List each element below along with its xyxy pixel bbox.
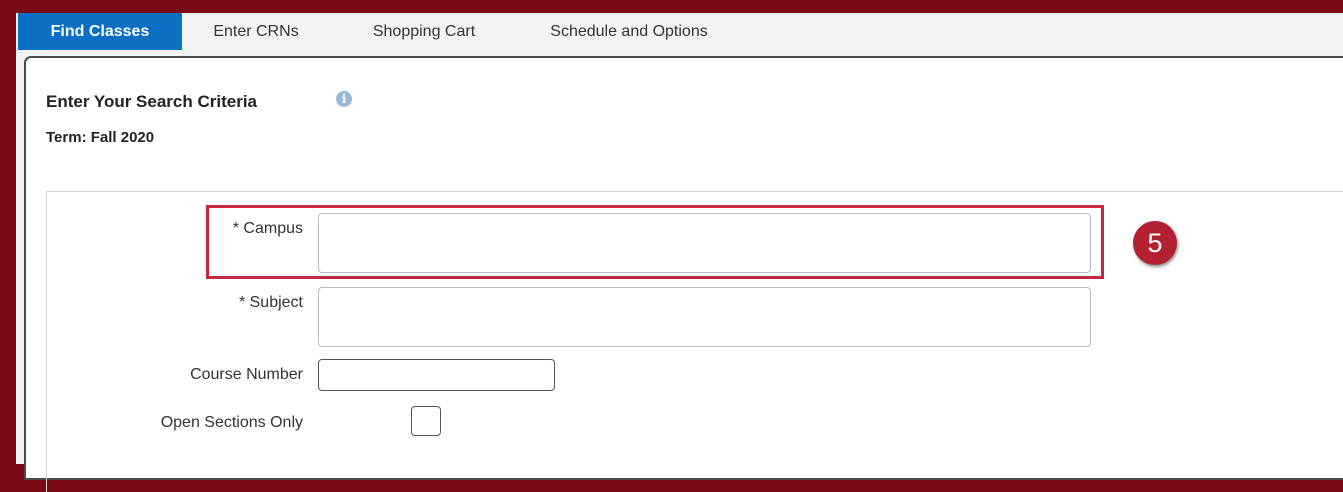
tab-schedule-and-options[interactable]: Schedule and Options (524, 13, 734, 50)
open-sections-label: Open Sections Only (160, 414, 303, 431)
course-number-label: Course Number (190, 366, 303, 383)
step-number-badge: 5 (1133, 221, 1177, 265)
tab-bar: Find Classes Enter CRNs Shopping Cart Sc… (16, 13, 1343, 51)
tab-find-classes[interactable]: Find Classes (18, 13, 182, 50)
section-divider (46, 191, 1343, 192)
tab-enter-crns[interactable]: Enter CRNs (186, 13, 326, 50)
open-sections-checkbox[interactable] (411, 406, 441, 436)
info-icon[interactable]: i (336, 91, 352, 107)
subject-label: * Subject (238, 294, 303, 311)
term-label: Term: Fall 2020 (46, 129, 155, 146)
panel-title: Enter Your Search Criteria (46, 92, 258, 111)
tab-shopping-cart[interactable]: Shopping Cart (349, 13, 499, 50)
subject-input[interactable] (318, 287, 1091, 347)
form-section-border (46, 192, 47, 492)
campus-highlight-box (206, 205, 1104, 279)
course-number-input[interactable] (318, 359, 555, 391)
